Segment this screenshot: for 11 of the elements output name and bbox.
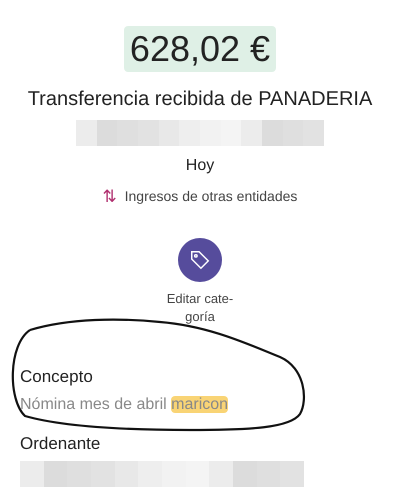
edit-category-label: Editar cate- goría — [166, 290, 234, 326]
transaction-title: Transferencia recibida de PANADERIA — [28, 87, 372, 112]
edit-category-button[interactable] — [178, 238, 222, 282]
field-label: Concepto — [20, 366, 94, 388]
tag-icon — [189, 248, 211, 270]
category-label: Ingresos de otras entidades — [124, 187, 298, 206]
date-text: Hoy — [186, 156, 214, 176]
field-value: Nómina mes de abril maricon — [20, 395, 230, 415]
field-label: Ordenante — [20, 433, 102, 455]
amount-text: 628,02 € — [124, 26, 276, 72]
transfer-arrows-icon: ⇅ — [102, 184, 117, 210]
